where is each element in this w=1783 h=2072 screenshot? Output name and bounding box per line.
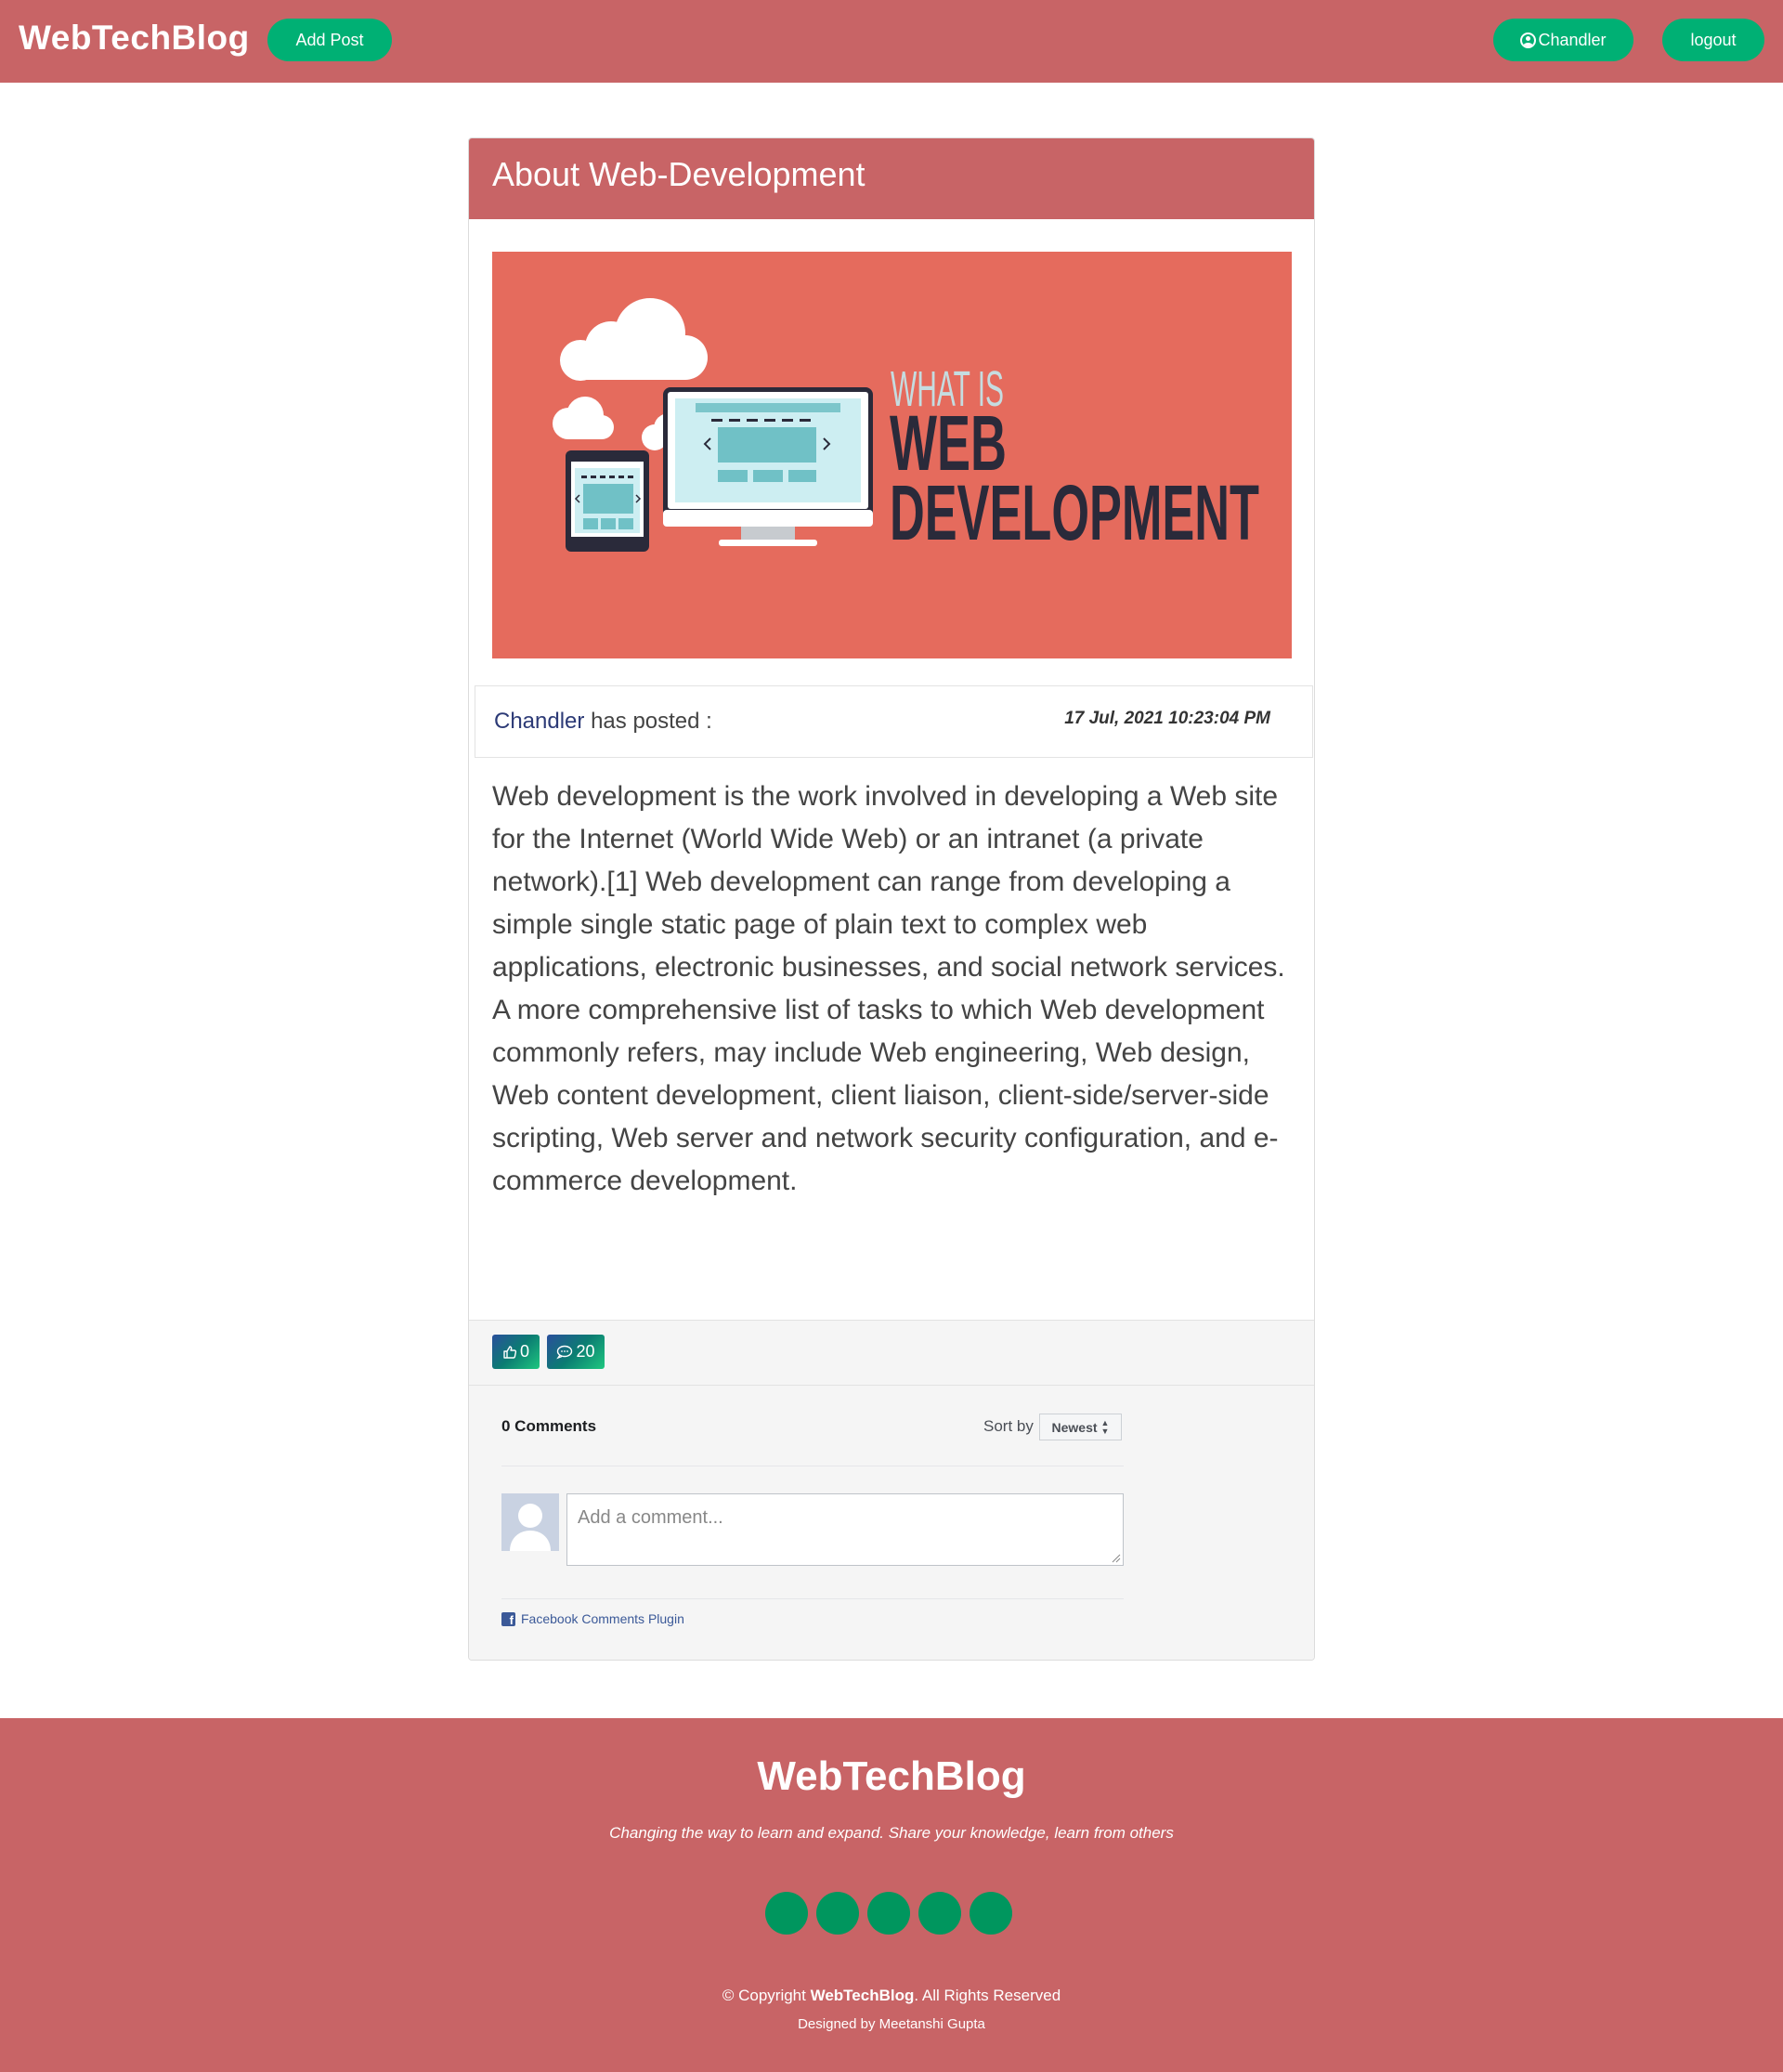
add-post-button[interactable]: Add Post bbox=[267, 19, 392, 61]
sort-arrows-icon: ▲ ▼ bbox=[1100, 1417, 1110, 1436]
avatar bbox=[501, 1493, 559, 1551]
social-link-3[interactable] bbox=[867, 1892, 910, 1935]
navbar: WebTechBlog Add Post Chandler logout bbox=[0, 0, 1783, 83]
comments-count-label: 0 Comments bbox=[501, 1417, 597, 1435]
comment-count-button[interactable]: 20 bbox=[547, 1335, 605, 1369]
site-footer: WebTechBlog Changing the way to learn an… bbox=[0, 1718, 1783, 2072]
post-date: 17 Jul, 2021 10:23:04 PM bbox=[1064, 709, 1270, 728]
post-banner-image: WHAT IS WEB DEVELOPMENT bbox=[492, 252, 1292, 658]
like-count: 0 bbox=[519, 1342, 529, 1361]
footer-tagline: Changing the way to learn and expand. Sh… bbox=[609, 1824, 1174, 1842]
facebook-plugin-link[interactable]: f Facebook Comments Plugin bbox=[501, 1611, 684, 1626]
social-links bbox=[765, 1892, 1016, 1935]
sort-select[interactable]: Newest ▲ ▼ bbox=[1039, 1414, 1122, 1440]
comment-count: 20 bbox=[576, 1342, 595, 1361]
user-profile-button[interactable]: Chandler bbox=[1493, 19, 1633, 61]
tablet-icon bbox=[566, 450, 649, 552]
comment-input[interactable] bbox=[566, 1493, 1124, 1566]
post-title: About Web-Development bbox=[492, 155, 865, 193]
comments-divider-bottom bbox=[501, 1598, 1124, 1599]
designed-by: Designed by Meetanshi Gupta bbox=[798, 2016, 985, 2032]
thumbs-up-icon bbox=[503, 1345, 517, 1359]
like-button[interactable]: 0 bbox=[492, 1335, 540, 1369]
post-meta: Chandler has posted : 17 Jul, 2021 10:23… bbox=[475, 685, 1313, 758]
sort-label: Sort by bbox=[983, 1417, 1034, 1435]
facebook-comments: 0 Comments Sort by Newest ▲▼ f Facebook … bbox=[501, 1401, 1124, 1642]
social-link-5[interactable] bbox=[970, 1892, 1012, 1935]
author-line: Chandler has posted : bbox=[494, 709, 712, 735]
user-circle-icon bbox=[1520, 32, 1537, 48]
actions-divider bbox=[469, 1385, 1314, 1386]
author-link[interactable]: Chandler bbox=[494, 709, 584, 734]
default-avatar-icon bbox=[510, 1504, 551, 1551]
social-link-1[interactable] bbox=[765, 1892, 808, 1935]
copyright-suffix: . All Rights Reserved bbox=[914, 1987, 1061, 2004]
sort-value: Newest bbox=[1051, 1419, 1098, 1435]
footer-brand: WebTechBlog bbox=[757, 1753, 1026, 1799]
chat-bubble-icon bbox=[556, 1345, 573, 1359]
post-header: About Web-Development bbox=[469, 138, 1314, 219]
copyright: © Copyright WebTechBlog. All Rights Rese… bbox=[0, 1987, 1783, 2005]
post-card: About Web-Development WHAT IS WEB DEVELO… bbox=[468, 137, 1315, 1661]
banner-illustration: WHAT IS WEB DEVELOPMENT bbox=[553, 298, 1259, 556]
resize-grip-icon[interactable] bbox=[1112, 1554, 1121, 1563]
post-actions: 0 20 0 Comments Sort by Newest ▲▼ f Face… bbox=[469, 1320, 1314, 1660]
user-name-label: Chandler bbox=[1538, 30, 1607, 49]
plugin-label: Facebook Comments Plugin bbox=[521, 1611, 684, 1626]
social-link-2[interactable] bbox=[816, 1892, 859, 1935]
post-body: Web development is the work involved in … bbox=[492, 781, 1285, 1196]
banner-line2: DEVELOPMENT bbox=[890, 469, 1259, 556]
brand-logo[interactable]: WebTechBlog bbox=[19, 19, 250, 58]
facebook-icon: f bbox=[501, 1611, 515, 1626]
social-link-4[interactable] bbox=[918, 1892, 961, 1935]
copyright-brand: WebTechBlog bbox=[810, 1987, 915, 2004]
monitor-icon bbox=[663, 387, 873, 546]
posted-suffix: has posted : bbox=[591, 709, 712, 734]
logout-button[interactable]: logout bbox=[1662, 19, 1764, 61]
copyright-prefix: © Copyright bbox=[722, 1987, 806, 2004]
